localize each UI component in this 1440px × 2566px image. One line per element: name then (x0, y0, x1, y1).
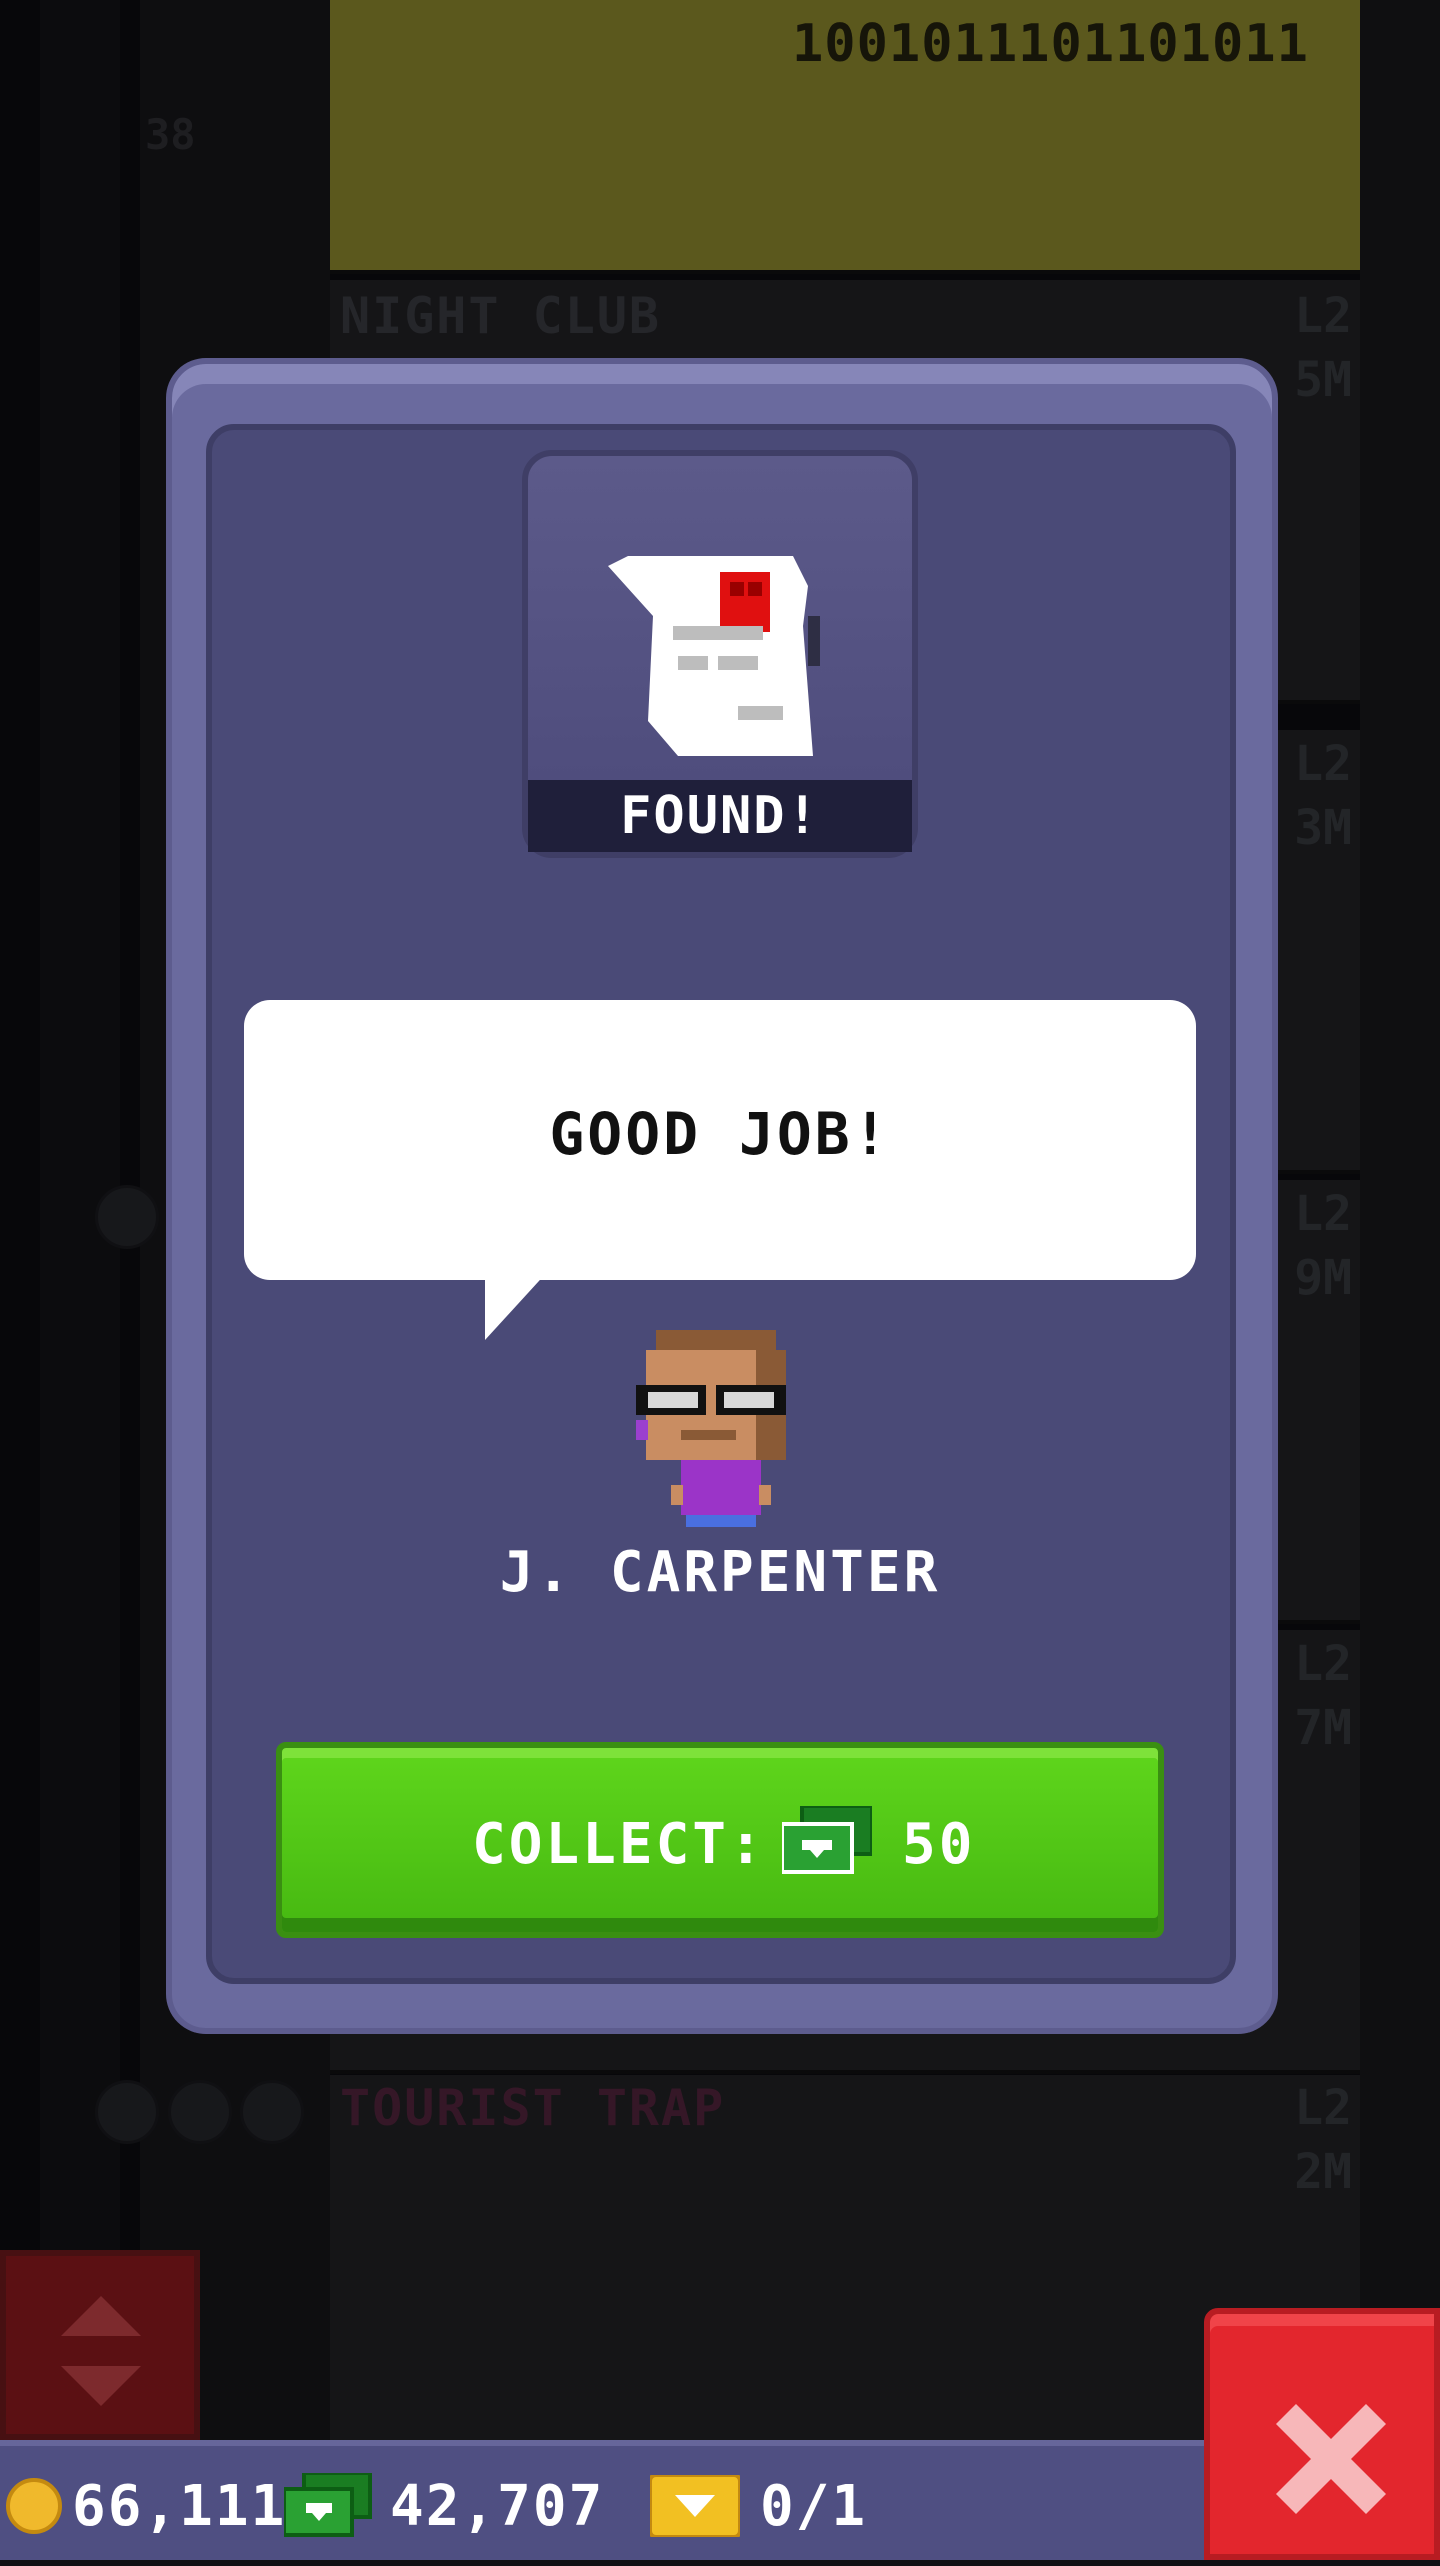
character-name: J. CARPENTER (499, 1540, 941, 1605)
close-button[interactable] (1204, 2308, 1440, 2560)
collect-amount: 50 (902, 1812, 976, 1877)
collect-label: COLLECT: (472, 1812, 766, 1877)
found-label: FOUND! (528, 780, 912, 852)
tickets-display[interactable]: 0/1 (650, 2446, 867, 2566)
speech-text: GOOD JOB! (549, 1100, 891, 1168)
speech-bubble: GOOD JOB! (244, 1000, 1196, 1280)
tickets-value: 0/1 (760, 2473, 868, 2539)
coins-value: 66,111 (72, 2473, 287, 2539)
coins-display[interactable]: 66,111 (6, 2446, 286, 2566)
elevator-button[interactable] (0, 2250, 200, 2440)
character-avatar (636, 1330, 786, 1527)
bottom-hud: 66,111 42,707 0/1 (0, 2440, 1204, 2560)
golden-ticket-icon (650, 2475, 740, 2537)
close-icon (1276, 2404, 1386, 2514)
scroll-document-icon (608, 556, 820, 756)
bux-icon (284, 2473, 372, 2537)
bux-value: 42,707 (390, 2473, 605, 2539)
collect-button[interactable]: COLLECT: 50 (276, 1742, 1164, 1938)
found-item-card: FOUND! (522, 450, 918, 858)
bux-display[interactable]: 42,707 (284, 2446, 604, 2566)
bux-icon (782, 1806, 872, 1874)
up-down-arrows-icon (61, 2296, 141, 2406)
speech-bubble-tail (485, 1270, 549, 1340)
coin-icon (6, 2478, 62, 2534)
